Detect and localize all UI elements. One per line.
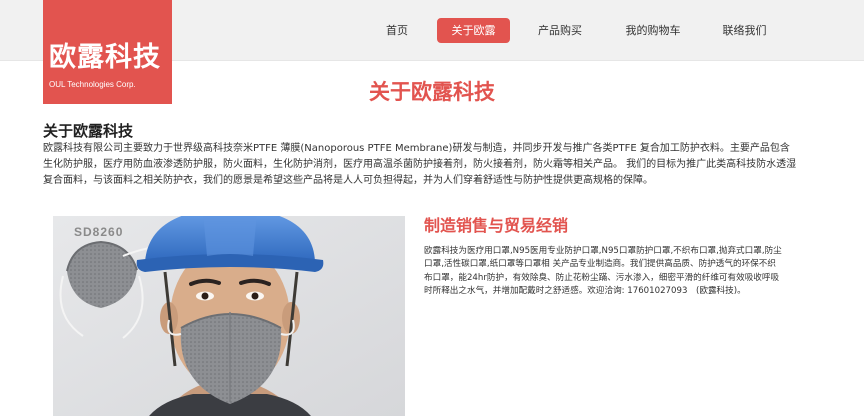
nav-item-home[interactable]: 首页: [374, 18, 420, 43]
nav-item-products[interactable]: 产品购买: [527, 18, 593, 43]
nav-item-cart[interactable]: 我的购物车: [615, 18, 691, 43]
model-label: SD8260: [74, 225, 124, 239]
nav-item-about[interactable]: 关于欧露: [437, 18, 510, 43]
product-photo: SD8260: [53, 216, 405, 416]
about-heading: 关于欧露科技: [43, 122, 134, 140]
sales-heading: 制造销售与贸易经销: [424, 216, 569, 235]
logo[interactable]: 欧露科技 OUL Technologies Corp.: [43, 0, 172, 104]
worker-mask-illustration: [53, 216, 405, 416]
nav-item-contact[interactable]: 联络我们: [713, 18, 776, 43]
sales-paragraph: 欧露科技为医疗用口罩,N95医用专业防护口罩,N95口罩防护口罩,不织布口罩,抛…: [424, 246, 782, 297]
about-paragraph: 欧露科技有限公司主要致力于世界级高科技奈米PTFE 薄膜(Nanoporous …: [43, 143, 797, 186]
logo-name: 欧露科技: [49, 42, 161, 73]
logo-subtitle: OUL Technologies Corp.: [49, 80, 136, 89]
